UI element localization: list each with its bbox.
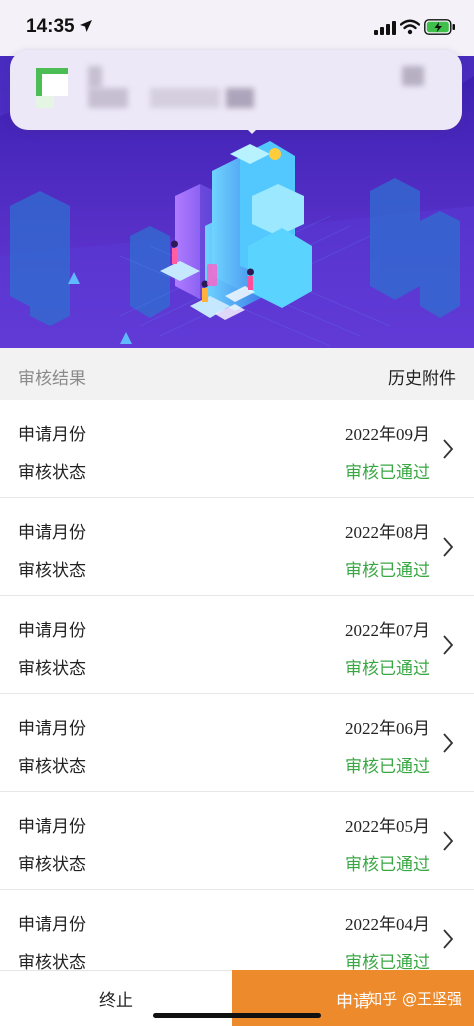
app-logo-icon — [36, 68, 68, 108]
apply-month-label: 申请月份 — [18, 621, 86, 641]
chevron-right-icon — [443, 537, 454, 557]
notification-pointer — [238, 120, 266, 134]
wifi-icon — [400, 19, 420, 35]
history-attachments-link[interactable]: 历史附件 — [388, 364, 456, 389]
apply-month-label: 申请月份 — [18, 425, 86, 445]
chevron-right-icon — [443, 635, 454, 655]
review-results-header: 审核结果 历史附件 — [0, 348, 474, 400]
chevron-right-icon — [443, 929, 454, 949]
review-status-value: 审核已通过 — [345, 561, 430, 581]
chevron-right-icon — [443, 439, 454, 459]
battery-charging-icon — [424, 19, 455, 35]
review-status-label: 审核状态 — [18, 855, 86, 875]
apply-month-value: 2022年04月 — [345, 915, 430, 934]
redacted-text — [88, 88, 128, 108]
apply-month-value: 2022年09月 — [345, 425, 430, 444]
review-record-list: 申请月份 2022年09月 审核状态 审核已通过 申请月份 2022年08月 审… — [0, 400, 474, 988]
list-item[interactable]: 申请月份 2022年06月 审核状态 审核已通过 — [0, 694, 474, 792]
review-status-value: 审核已通过 — [345, 757, 430, 777]
cellular-signal-icon — [374, 21, 396, 35]
apply-month-label: 申请月份 — [18, 523, 86, 543]
redacted-text — [88, 66, 102, 88]
list-item[interactable]: 申请月份 2022年05月 审核状态 审核已通过 — [0, 792, 474, 890]
redacted-text — [402, 66, 424, 86]
watermark-text: 知乎 @王坚强 — [367, 990, 462, 1008]
status-bar: 14:35 — [0, 0, 474, 56]
apply-month-label: 申请月份 — [18, 719, 86, 739]
apply-month-label: 申请月份 — [18, 817, 86, 837]
apply-month-value: 2022年06月 — [345, 719, 430, 738]
apply-month-value: 2022年07月 — [345, 621, 430, 640]
redacted-text — [150, 88, 220, 108]
section-title: 审核结果 — [18, 369, 86, 389]
review-status-label: 审核状态 — [18, 757, 86, 777]
apply-button-label: 申请 — [336, 992, 370, 1012]
apply-month-value: 2022年08月 — [345, 523, 430, 542]
chevron-right-icon — [443, 831, 454, 851]
notification-banner[interactable] — [10, 50, 462, 130]
list-item[interactable]: 申请月份 2022年08月 审核状态 审核已通过 — [0, 498, 474, 596]
list-item[interactable]: 申请月份 2022年09月 审核状态 审核已通过 — [0, 400, 474, 498]
location-arrow-icon — [80, 20, 92, 32]
status-time: 14:35 — [26, 16, 75, 37]
review-status-value: 审核已通过 — [345, 855, 430, 875]
apply-month-value: 2022年05月 — [345, 817, 430, 836]
review-status-value: 审核已通过 — [345, 463, 430, 483]
review-status-label: 审核状态 — [18, 561, 86, 581]
chevron-right-icon — [443, 733, 454, 753]
apply-month-label: 申请月份 — [18, 915, 86, 935]
review-status-label: 审核状态 — [18, 463, 86, 483]
redacted-text — [226, 88, 254, 108]
list-item[interactable]: 申请月份 2022年07月 审核状态 审核已通过 — [0, 596, 474, 694]
home-indicator[interactable] — [153, 1013, 321, 1018]
review-status-value: 审核已通过 — [345, 659, 430, 679]
review-status-label: 审核状态 — [18, 659, 86, 679]
